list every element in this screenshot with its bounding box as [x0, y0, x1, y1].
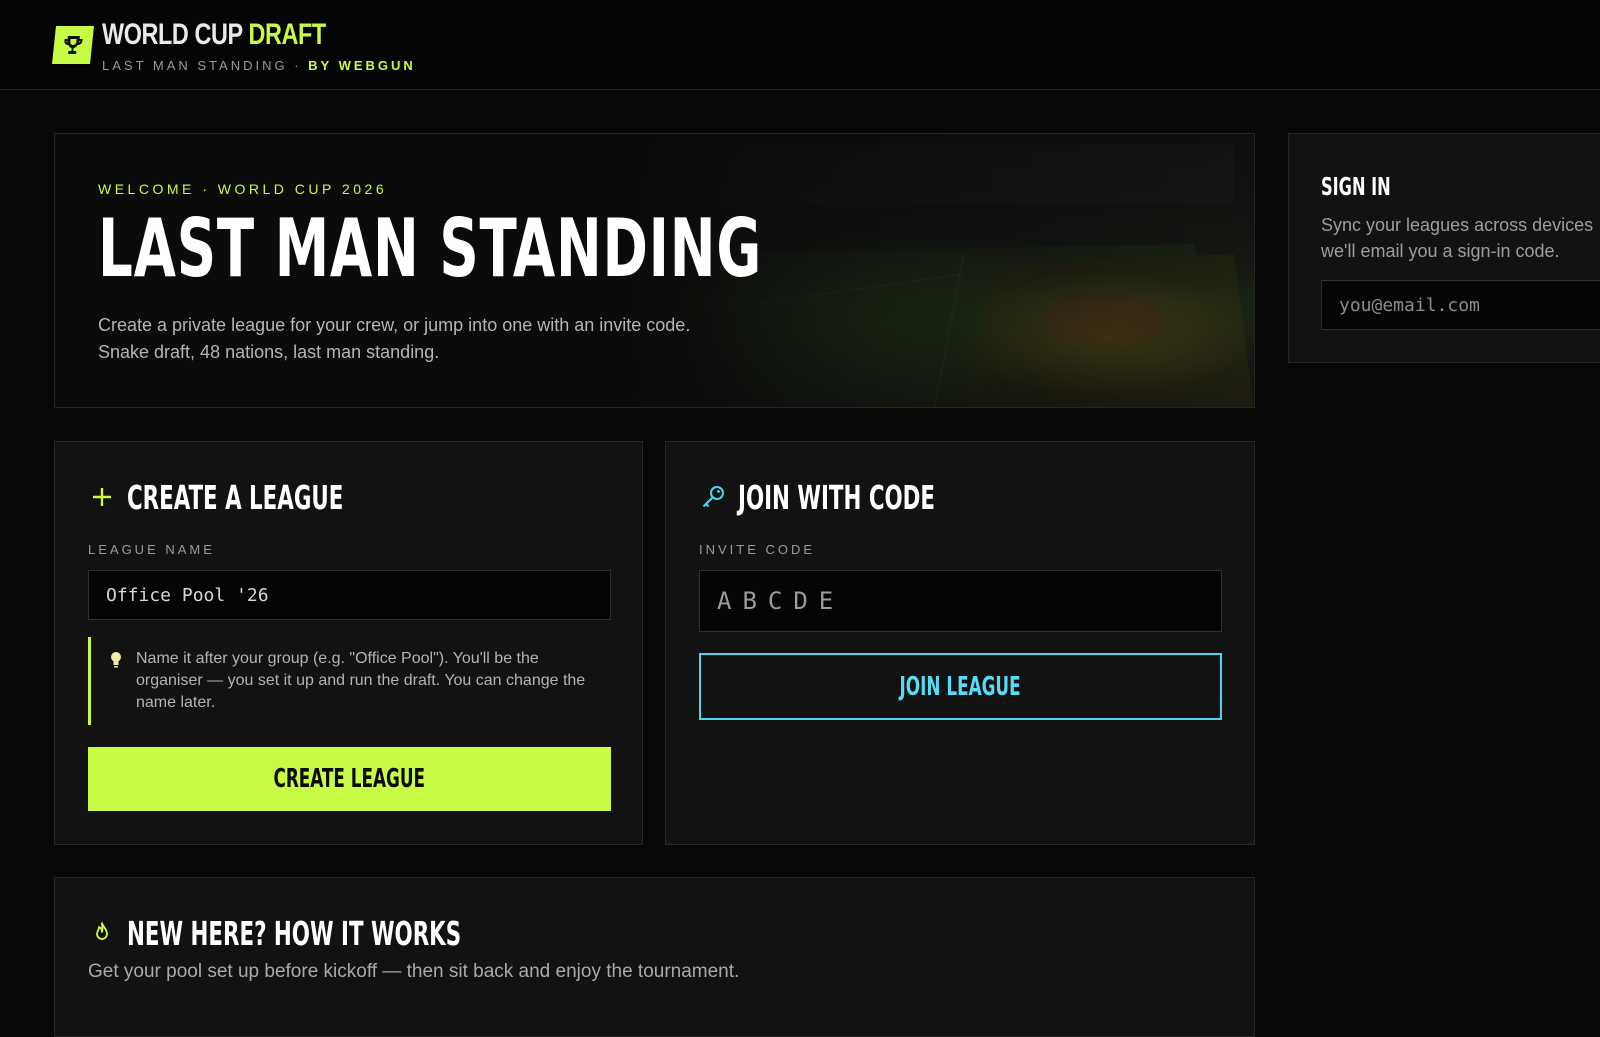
league-name-input[interactable]	[88, 570, 611, 620]
sign-in-description-line1: Sync your leagues across devices	[1321, 215, 1594, 235]
app-subtitle-by: BY WEBGUN	[308, 58, 416, 73]
join-league-title: JOIN WITH CODE	[738, 478, 936, 517]
app-title-accent: DRAFT	[248, 18, 326, 51]
trophy-icon	[64, 36, 83, 54]
how-it-works-subtitle: Get your pool set up before kickoff — th…	[88, 961, 740, 982]
flame-icon	[96, 922, 108, 940]
create-league-card: CREATE A LEAGUE LEAGUE NAME Name it afte…	[54, 441, 643, 845]
join-league-card: JOIN WITH CODE INVITE CODE JOIN LEAGUE	[665, 441, 1255, 845]
league-name-hint: Name it after your group (e.g. "Office P…	[88, 637, 611, 725]
sign-in-description-line2: we'll email you a sign-in code.	[1321, 241, 1560, 261]
sign-in-description: Sync your leagues across devices we'll e…	[1321, 212, 1600, 264]
join-league-button[interactable]: JOIN LEAGUE	[699, 653, 1222, 720]
how-it-works-card: NEW HERE? HOW IT WORKS Get your pool set…	[54, 877, 1255, 1037]
top-bar: WORLD CUP DRAFT LAST MAN STANDING · BY W…	[0, 0, 1600, 90]
email-input[interactable]	[1321, 280, 1600, 330]
create-league-button[interactable]: CREATE LEAGUE	[88, 747, 611, 811]
hero-eyebrow: WELCOME · WORLD CUP 2026	[98, 181, 388, 197]
app-subtitle-text: LAST MAN STANDING ·	[102, 58, 309, 73]
sign-in-panel: SIGN IN Sync your leagues across devices…	[1288, 133, 1600, 363]
app-title-main: WORLD CUP	[102, 18, 243, 51]
app-subtitle: LAST MAN STANDING · BY WEBGUN	[102, 58, 416, 73]
how-it-works-title: NEW HERE? HOW IT WORKS	[127, 914, 462, 953]
invite-code-label: INVITE CODE	[699, 542, 816, 557]
create-league-button-label: CREATE LEAGUE	[273, 764, 426, 794]
create-league-title: CREATE A LEAGUE	[127, 478, 344, 517]
lightbulb-icon	[111, 652, 121, 668]
invite-code-input[interactable]	[699, 570, 1222, 632]
key-icon	[702, 486, 724, 508]
hint-text: Name it after your group (e.g. "Office P…	[136, 650, 586, 711]
join-league-button-label: JOIN LEAGUE	[899, 671, 1022, 702]
hero-title: LAST MAN STANDING	[98, 202, 762, 295]
app-title: WORLD CUP DRAFT	[102, 18, 326, 52]
hero-description: Create a private league for your crew, o…	[98, 315, 691, 362]
league-name-label: LEAGUE NAME	[88, 542, 215, 557]
plus-icon	[93, 488, 111, 506]
trophy-logo[interactable]	[52, 26, 94, 64]
sign-in-title: SIGN IN	[1321, 172, 1391, 201]
hero-banner: WELCOME · WORLD CUP 2026 LAST MAN STANDI…	[54, 133, 1255, 408]
